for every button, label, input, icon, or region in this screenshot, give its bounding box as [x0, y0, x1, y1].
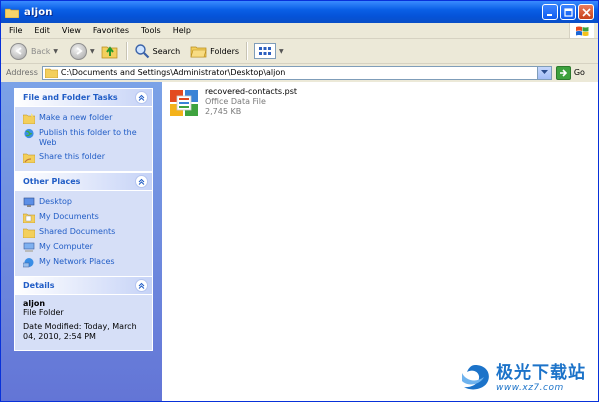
chevron-down-icon: ▼	[90, 47, 95, 55]
details-folder-name: aljon	[23, 299, 46, 308]
close-icon	[581, 7, 591, 17]
menu-edit[interactable]: Edit	[28, 26, 56, 35]
place-desktop[interactable]: Desktop	[23, 197, 144, 208]
my-computer-icon	[23, 242, 35, 252]
title-bar[interactable]: aljon	[1, 1, 598, 23]
task-share-folder[interactable]: Share this folder	[23, 152, 144, 163]
folders-button[interactable]: Folders	[187, 41, 242, 61]
file-folder-tasks-panel: File and Folder Tasks Make a new folder …	[14, 88, 153, 172]
chevron-down-icon	[540, 70, 548, 74]
address-label: Address	[6, 68, 38, 77]
shared-documents-icon	[23, 228, 35, 238]
place-shared-documents[interactable]: Shared Documents	[23, 227, 144, 238]
place-my-documents[interactable]: My Documents	[23, 212, 144, 223]
file-type: Office Data File	[205, 97, 266, 106]
forward-arrow-icon	[70, 42, 88, 60]
details-folder-type: File Folder	[23, 308, 64, 317]
back-arrow-icon	[10, 42, 27, 60]
address-input[interactable]: C:\Documents and Settings\Administrator\…	[41, 65, 552, 80]
file-item[interactable]: recovered-contacts.pst Office Data File …	[168, 86, 297, 118]
menu-view[interactable]: View	[56, 26, 87, 35]
watermark-text: 极光下载站	[496, 362, 586, 383]
chevron-down-icon: ▼	[279, 47, 284, 55]
maximize-button[interactable]	[560, 4, 576, 20]
menu-file[interactable]: File	[1, 26, 28, 35]
go-button[interactable]: Go	[555, 65, 585, 80]
forward-button[interactable]: ▼	[67, 41, 98, 61]
collapse-icon[interactable]	[135, 175, 148, 188]
up-folder-icon	[101, 46, 118, 59]
watermark-logo-icon	[462, 365, 489, 390]
task-pane: File and Folder Tasks Make a new folder …	[1, 82, 162, 401]
toolbar-separator	[125, 42, 127, 60]
menu-favorites[interactable]: Favorites	[87, 26, 135, 35]
place-my-computer[interactable]: My Computer	[23, 242, 144, 253]
back-button[interactable]: Back ▼	[7, 41, 61, 61]
task-make-new-folder[interactable]: Make a new folder	[23, 113, 144, 124]
folders-icon	[190, 46, 207, 58]
file-size: 2,745 KB	[205, 107, 242, 116]
views-icon	[254, 43, 277, 59]
maximize-icon	[563, 7, 573, 17]
watermark-url: www.xz7.com	[496, 382, 564, 393]
my-documents-icon	[23, 213, 35, 223]
window-title: aljon	[24, 6, 53, 18]
panel-header[interactable]: Other Places	[15, 173, 152, 191]
globe-icon	[24, 128, 34, 139]
panel-header[interactable]: Details	[15, 277, 152, 295]
details-panel: Details aljon File Folder Date Modified:…	[14, 276, 153, 351]
toolbar-separator	[246, 42, 248, 60]
watermark: 极光下载站 www.xz7.com	[458, 363, 586, 393]
file-name: recovered-contacts.pst	[205, 87, 298, 96]
office-data-file-icon	[170, 90, 198, 116]
panel-header[interactable]: File and Folder Tasks	[15, 89, 152, 107]
minimize-icon	[547, 14, 552, 16]
chevron-down-icon: ▼	[53, 47, 59, 55]
menu-tools[interactable]: Tools	[135, 26, 167, 35]
other-places-panel: Other Places Desktop My Documents Shared…	[14, 172, 153, 277]
address-path: C:\Documents and Settings\Administrator\…	[60, 68, 286, 77]
search-button[interactable]: Search	[131, 41, 183, 61]
network-places-icon	[23, 258, 34, 268]
new-folder-icon	[23, 113, 35, 124]
place-my-network-places[interactable]: My Network Places	[23, 257, 144, 268]
collapse-icon[interactable]	[135, 279, 148, 292]
folder-icon	[44, 68, 58, 78]
close-button[interactable]	[578, 4, 594, 20]
windows-logo-icon	[569, 23, 594, 38]
desktop-icon	[23, 197, 35, 207]
up-folder-button[interactable]	[98, 41, 122, 61]
minimize-button[interactable]	[542, 4, 558, 20]
explorer-window: aljon File Edit View Favorites Tools Hel…	[0, 0, 599, 402]
file-list-view[interactable]: recovered-contacts.pst Office Data File …	[162, 82, 598, 401]
go-arrow-icon	[555, 65, 571, 80]
details-date-modified: Date Modified: Today, March 04, 2010, 2:…	[23, 322, 137, 341]
views-button[interactable]: ▼	[251, 41, 287, 61]
address-dropdown-button[interactable]	[536, 66, 551, 79]
collapse-icon[interactable]	[135, 91, 148, 104]
share-folder-icon	[23, 153, 35, 163]
menu-help[interactable]: Help	[167, 26, 197, 35]
standard-toolbar: Back ▼ ▼ Search Folders ▼	[1, 39, 598, 64]
address-bar: Address C:\Documents and Settings\Admini…	[1, 64, 598, 81]
menu-bar: File Edit View Favorites Tools Help	[1, 23, 598, 39]
task-publish-folder[interactable]: Publish this folder to the Web	[23, 128, 144, 148]
search-icon	[134, 44, 149, 59]
folder-icon	[5, 8, 19, 18]
